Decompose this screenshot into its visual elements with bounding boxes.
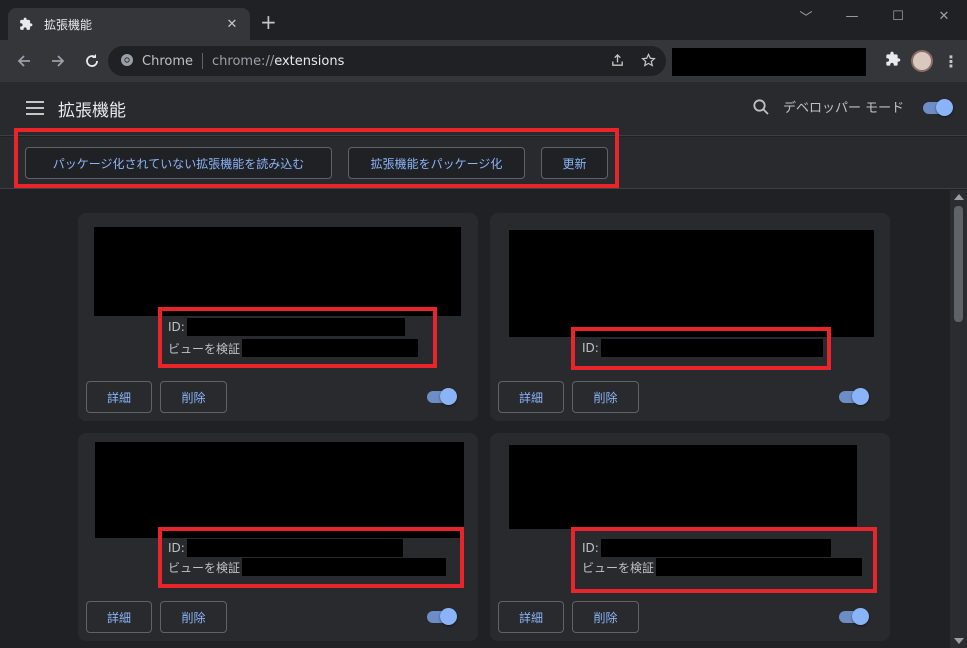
extension-card: ID: 詳細 削除 (490, 213, 890, 421)
inspect-views-label: ビューを検証 (582, 560, 655, 575)
hamburger-icon[interactable] (26, 101, 44, 115)
developer-mode-toggle[interactable] (923, 99, 953, 116)
window-controls: ﹀ — ☐ ✕ (783, 0, 967, 32)
page-title: 拡張機能 (58, 101, 126, 121)
address-bar[interactable]: Chrome chrome:// extensions (108, 46, 666, 76)
extension-id-row: ID: (168, 538, 403, 558)
redacted-id (600, 539, 831, 557)
id-label: ID: (168, 320, 185, 334)
details-button[interactable]: 詳細 (498, 601, 564, 633)
remove-button[interactable]: 削除 (572, 601, 639, 633)
redacted-inspect-link[interactable] (242, 558, 447, 576)
address-separator (202, 53, 203, 69)
redacted-id (186, 539, 403, 557)
update-button[interactable]: 更新 (541, 147, 608, 179)
redacted-id (600, 339, 823, 357)
extension-id-row: ID: (582, 338, 823, 358)
remove-button[interactable]: 削除 (160, 381, 227, 413)
url-scheme: chrome:// (212, 53, 275, 69)
redacted-extension-info (509, 445, 857, 529)
maximize-button[interactable]: ☐ (875, 0, 921, 32)
star-icon[interactable] (641, 52, 656, 72)
reload-icon[interactable] (76, 45, 108, 77)
extension-id-row: ID: (168, 317, 405, 337)
extensions-header: 拡張機能 デベロッパー モード (0, 82, 967, 136)
developer-mode-label: デベロッパー モード (783, 101, 905, 116)
extension-enable-toggle[interactable] (839, 608, 869, 625)
extension-card: ID: ビューを検証 詳細 削除 (78, 213, 478, 421)
share-icon[interactable] (610, 53, 625, 72)
scroll-up-arrow-icon[interactable] (954, 194, 964, 200)
details-button[interactable]: 詳細 (86, 601, 152, 633)
new-tab-button[interactable]: + (260, 12, 277, 32)
toggle-knob (936, 99, 953, 116)
minimize-button[interactable]: — (829, 0, 875, 32)
details-button[interactable]: 詳細 (86, 381, 152, 413)
inspect-views-row: ビューを検証 (582, 557, 863, 577)
menu-icon[interactable]: ⋮ (943, 52, 959, 71)
redacted-id (186, 318, 405, 336)
site-label: Chrome (142, 53, 193, 69)
redacted-region (672, 48, 866, 76)
remove-button[interactable]: 削除 (572, 381, 639, 413)
remove-button[interactable]: 削除 (160, 601, 227, 633)
details-button[interactable]: 詳細 (498, 381, 564, 413)
extension-enable-toggle[interactable] (839, 388, 869, 405)
extensions-icon[interactable] (885, 51, 901, 71)
tab-title: 拡張機能 (44, 17, 93, 32)
scrollbar-thumb[interactable] (954, 206, 963, 322)
extension-enable-toggle[interactable] (427, 608, 457, 625)
load-unpacked-button[interactable]: パッケージ化されていない拡張機能を読み込む (25, 147, 332, 179)
pack-extension-button[interactable]: 拡張機能をパッケージ化 (348, 147, 525, 179)
extension-id-row: ID: (582, 538, 831, 558)
extension-card: ID: ビューを検証 詳細 削除 (490, 433, 890, 641)
redacted-inspect-link[interactable] (242, 339, 419, 357)
id-label: ID: (582, 341, 599, 355)
redacted-extension-info (94, 227, 461, 316)
tab-close-icon[interactable]: ✕ (224, 17, 240, 32)
back-arrow-icon[interactable] (8, 45, 40, 77)
extension-enable-toggle[interactable] (427, 388, 457, 405)
forward-arrow-icon[interactable] (42, 45, 74, 77)
inspect-views-label: ビューを検証 (168, 341, 241, 356)
redacted-extension-info (95, 442, 464, 538)
url-path: extensions (274, 53, 345, 69)
extensions-list: ID: ビューを検証 詳細 削除 ID: 詳細 削除 ID: ビューを検証 詳細… (0, 190, 950, 648)
search-icon[interactable] (752, 98, 770, 120)
close-window-button[interactable]: ✕ (921, 0, 967, 32)
id-label: ID: (168, 541, 185, 555)
redacted-extension-info (509, 230, 874, 337)
inspect-views-row: ビューを検証 (168, 338, 419, 358)
title-bar: 拡張機能 ✕ + ﹀ — ☐ ✕ (0, 0, 967, 40)
scrollbar[interactable] (950, 190, 967, 648)
profile-avatar[interactable] (911, 50, 933, 72)
id-label: ID: (582, 541, 599, 555)
inspect-views-row: ビューを検証 (168, 557, 447, 577)
scroll-down-arrow-icon[interactable] (954, 638, 964, 644)
tab-extensions[interactable]: 拡張機能 ✕ (8, 8, 250, 40)
tab-search-button[interactable]: ﹀ (783, 0, 829, 32)
inspect-views-label: ビューを検証 (168, 560, 241, 575)
chrome-logo-icon (120, 52, 134, 71)
developer-action-bar: パッケージ化されていない拡張機能を読み込む 拡張機能をパッケージ化 更新 (0, 137, 967, 189)
toolbar-right: ⋮ (885, 40, 959, 82)
puzzle-icon (18, 16, 34, 32)
extension-card: ID: ビューを検証 詳細 削除 (78, 433, 478, 641)
redacted-inspect-link[interactable] (656, 558, 863, 576)
